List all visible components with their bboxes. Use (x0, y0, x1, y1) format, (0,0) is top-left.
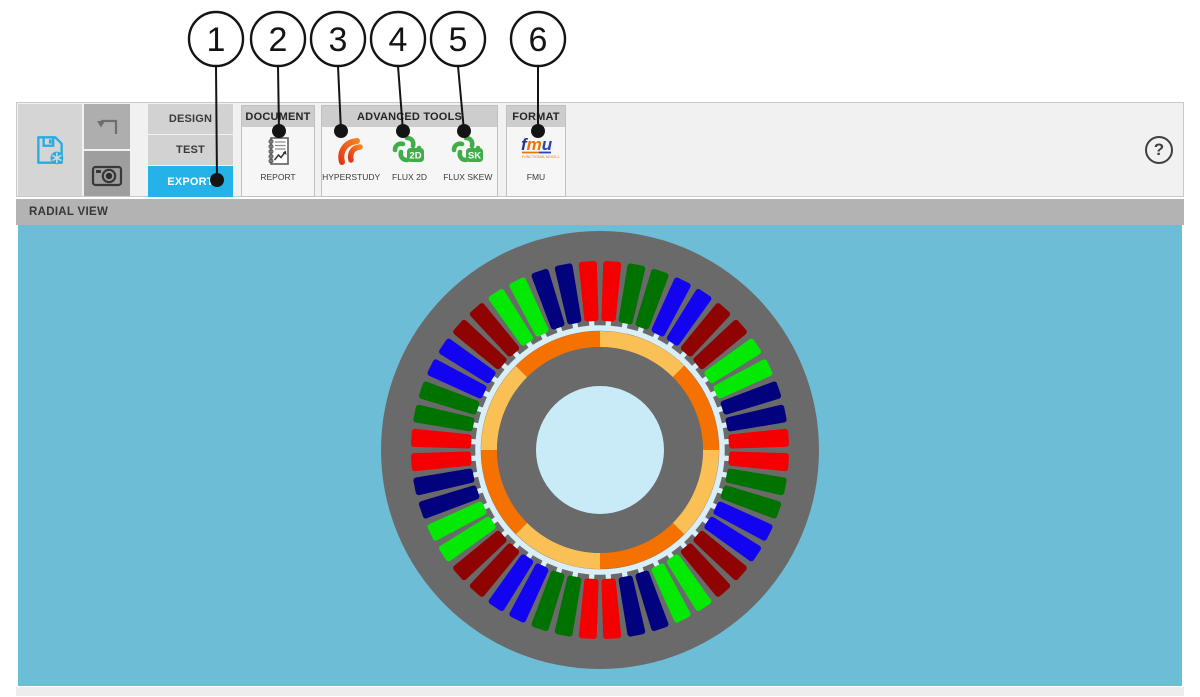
callout-circle (511, 12, 565, 66)
fmu-button[interactable]: fmu FUNCTIONAL MOCK-UP UNIT FMU (507, 134, 565, 182)
svg-text:SK: SK (468, 151, 481, 162)
fmu-icon: fmu FUNCTIONAL MOCK-UP UNIT (513, 134, 559, 168)
mode-tabs: DESIGN TEST EXPORT (148, 103, 233, 198)
report-icon (263, 134, 293, 168)
bottom-strip (16, 687, 1184, 696)
flux-skew-icon: SK (450, 134, 486, 168)
flux-skew-button[interactable]: SK FLUX SKEW (439, 134, 497, 182)
callout-circle (311, 12, 365, 66)
down-arrow-icon (91, 111, 123, 143)
tab-test[interactable]: TEST (148, 135, 233, 165)
group-document: DOCUMENT (241, 105, 315, 197)
report-button[interactable]: REPORT (242, 134, 314, 182)
shaft-bore (536, 386, 664, 514)
winding-conductor (582, 581, 598, 636)
group-document-title: DOCUMENT (242, 106, 314, 127)
svg-text:2D: 2D (410, 151, 422, 162)
radial-view-title: RADIAL VIEW (29, 206, 108, 218)
callout-circle (371, 12, 425, 66)
flux-skew-label: FLUX SKEW (443, 172, 492, 182)
callout-circle (189, 12, 243, 66)
export-toolbar: DESIGN TEST EXPORT DOCUMENT (16, 102, 1184, 197)
radial-view-canvas[interactable] (18, 225, 1182, 686)
flux-2d-icon: 2D (391, 134, 427, 168)
camera-icon (89, 158, 125, 190)
svg-text:fmu: fmu (521, 135, 553, 154)
import-arrow-button[interactable] (84, 104, 130, 149)
group-advanced-tools: ADVANCED TOOLS HYPERSTUDY (321, 105, 498, 197)
winding-conductor (414, 432, 469, 448)
winding-conductor (603, 264, 619, 319)
save-icon (32, 132, 68, 168)
group-format: FORMAT fmu FUNCTIONAL MOCK-UP UNIT FMU (506, 105, 566, 197)
fmu-label: FMU (527, 172, 545, 182)
snapshot-button[interactable] (84, 151, 130, 196)
callout-number: 5 (449, 21, 468, 59)
svg-text:FUNCTIONAL MOCK-UP UNIT: FUNCTIONAL MOCK-UP UNIT (522, 155, 559, 159)
winding-conductor (582, 264, 598, 319)
callout-number: 6 (529, 21, 548, 59)
winding-conductor (731, 453, 786, 469)
group-format-title: FORMAT (507, 106, 565, 127)
winding-conductor (603, 581, 619, 636)
callout-number: 2 (269, 21, 288, 59)
hyperstudy-icon (333, 134, 369, 168)
callout-number: 1 (207, 21, 226, 59)
tab-export[interactable]: EXPORT (148, 166, 233, 197)
winding-conductor (414, 453, 469, 469)
callout-number: 3 (329, 21, 348, 59)
radial-view-panel: RADIAL VIEW (16, 199, 1184, 687)
report-label: REPORT (260, 172, 295, 182)
hyperstudy-label: HYPERSTUDY (322, 172, 380, 182)
hyperstudy-button[interactable]: HYPERSTUDY (322, 134, 380, 182)
flux-2d-label: FLUX 2D (392, 172, 427, 182)
help-button[interactable]: ? (1145, 136, 1173, 164)
tab-design[interactable]: DESIGN (148, 104, 233, 134)
group-advanced-tools-title: ADVANCED TOOLS (322, 106, 497, 127)
radial-view-titlebar: RADIAL VIEW (16, 199, 1184, 225)
callout-number: 4 (389, 21, 408, 59)
winding-conductor (731, 432, 786, 448)
callout-circle (431, 12, 485, 66)
flux-2d-button[interactable]: 2D FLUX 2D (380, 134, 438, 182)
callout-circle (251, 12, 305, 66)
save-button[interactable] (18, 104, 82, 196)
motor-cross-section (18, 225, 1182, 686)
